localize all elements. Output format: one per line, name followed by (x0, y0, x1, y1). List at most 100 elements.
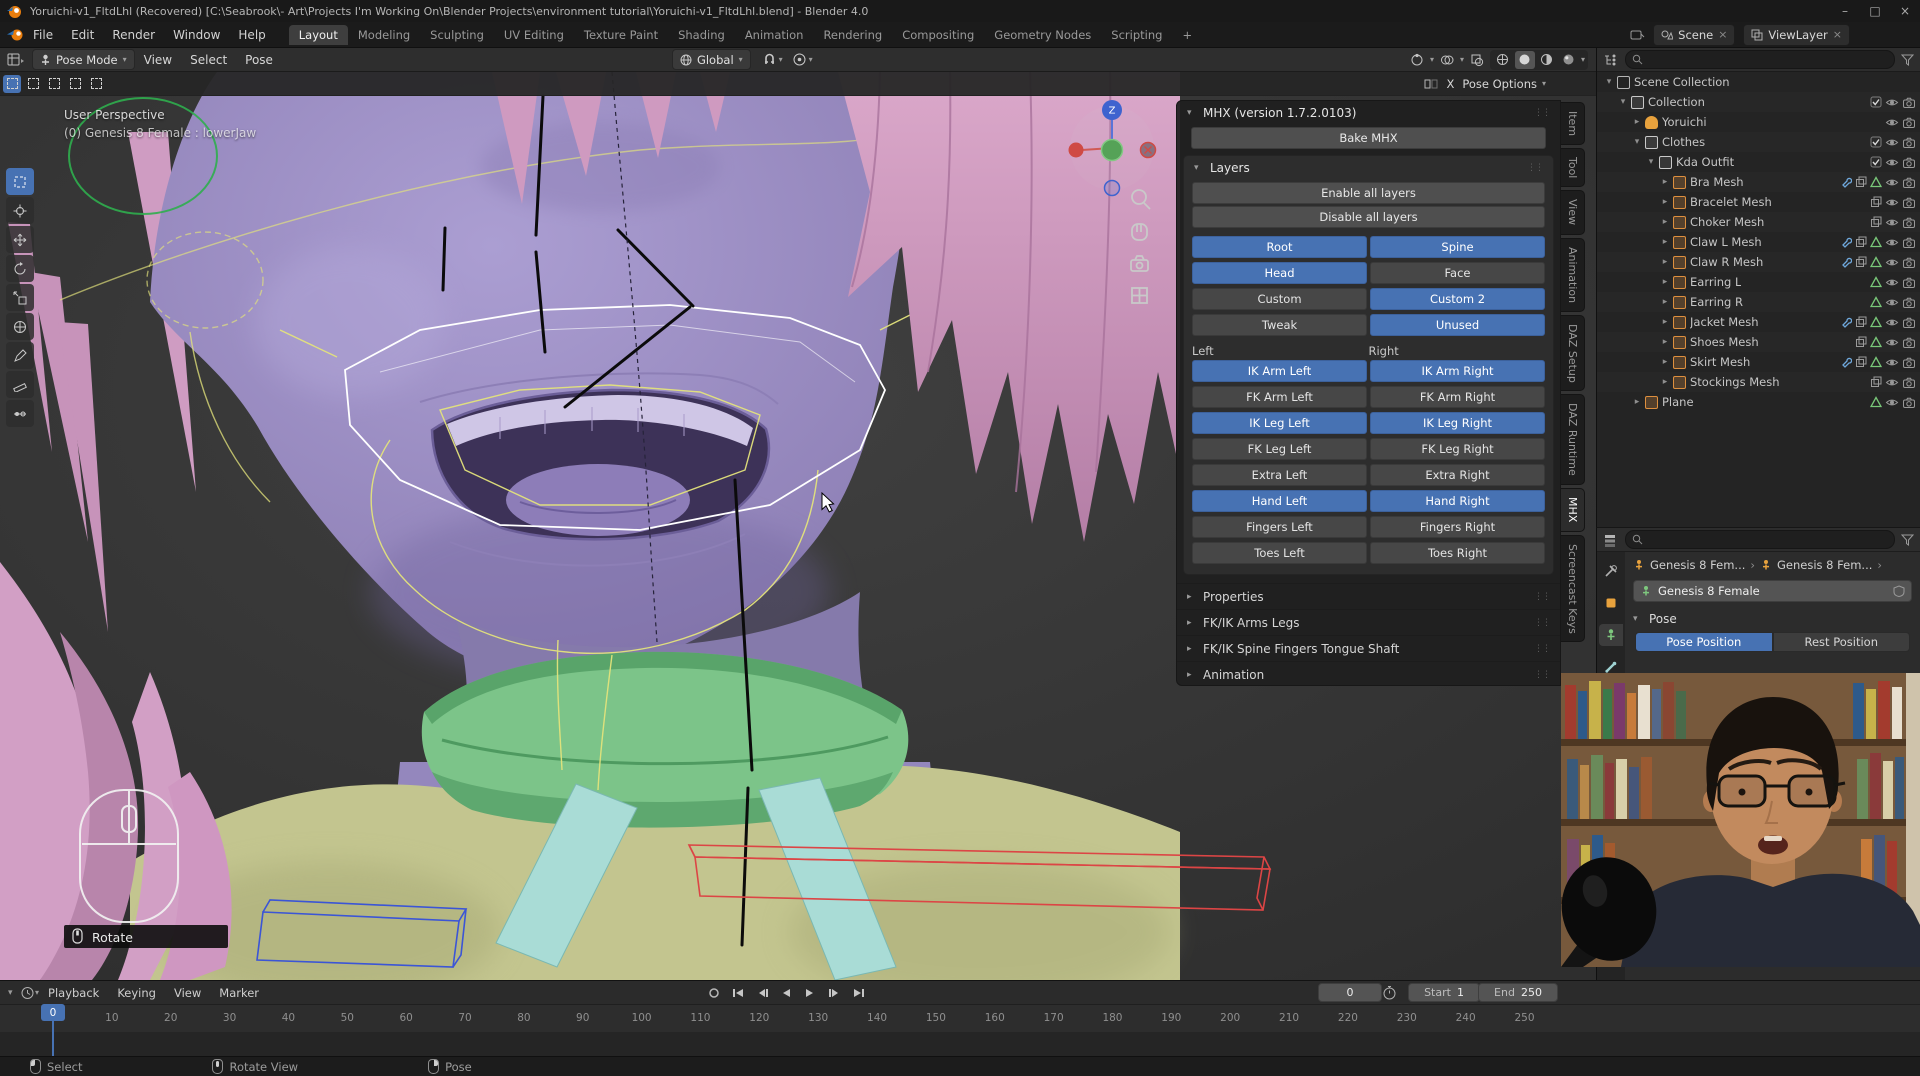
unlink-viewlayer-icon[interactable]: × (1833, 28, 1842, 41)
outliner-row[interactable]: ▾ Kda Outfit (1597, 152, 1920, 172)
eye-icon[interactable] (1885, 116, 1899, 129)
prev-key-icon[interactable] (752, 984, 772, 1002)
workspace-tab[interactable]: UV Editing (494, 25, 574, 45)
camera-icon[interactable] (1902, 256, 1916, 269)
workspace-tab[interactable]: Modeling (348, 25, 420, 45)
tool-cursor[interactable] (6, 197, 34, 224)
workspace-tab[interactable]: Rendering (813, 25, 892, 45)
sidebar-tab[interactable]: Animation (1561, 238, 1585, 312)
outliner-row[interactable]: ▾ Collection (1597, 92, 1920, 112)
filter-icon[interactable] (1901, 534, 1914, 546)
tool-select-box[interactable] (6, 168, 34, 195)
outliner-row[interactable]: ▸ Claw L Mesh (1597, 232, 1920, 252)
camera-icon[interactable] (1902, 156, 1916, 169)
eye-icon[interactable] (1885, 196, 1899, 209)
eye-icon[interactable] (1885, 136, 1899, 149)
minimize-icon[interactable]: – (1830, 4, 1860, 18)
start-frame-field[interactable]: Start 1 (1408, 983, 1480, 1002)
outliner-row[interactable]: ▸ Plane (1597, 392, 1920, 412)
pose-options-dropdown[interactable]: Pose Options ▾ (1462, 77, 1546, 91)
mhx-side-toggle[interactable]: FK Leg Right (1370, 438, 1545, 460)
disclosure-open-icon[interactable]: ▾ (1194, 163, 1204, 173)
overlays-chevron-icon[interactable]: ▾ (1460, 55, 1464, 64)
shading-wireframe-icon[interactable] (1493, 51, 1513, 69)
camera-icon[interactable] (1902, 96, 1916, 109)
snap-magnet-icon[interactable] (761, 51, 779, 69)
camera-icon[interactable] (1902, 316, 1916, 329)
panel-grip-icon[interactable]: ⋮⋮ (1534, 108, 1550, 118)
xray-toggle-icon[interactable] (1468, 51, 1486, 69)
camera-icon[interactable] (1902, 396, 1916, 409)
tool-pose-breakdowner[interactable] (6, 400, 34, 427)
panel-grip-icon[interactable]: ⋮⋮ (1534, 644, 1550, 654)
outliner-row[interactable]: ▾ Clothes (1597, 132, 1920, 152)
checkbox-icon[interactable] (1870, 96, 1882, 108)
fake-user-shield-icon[interactable] (1893, 585, 1905, 597)
mhx-panel-header[interactable]: ▾ MHX (version 1.7.2.0103) ⋮⋮ (1177, 101, 1560, 125)
viewport-menu-item[interactable]: Pose (236, 53, 282, 67)
mhx-layer-toggle[interactable]: Face (1370, 262, 1545, 284)
tool-scale[interactable] (6, 284, 34, 311)
outliner-row[interactable]: ▸ Skirt Mesh (1597, 352, 1920, 372)
camera-icon[interactable] (1902, 296, 1916, 309)
pose-position-button[interactable]: Pose Position (1635, 632, 1773, 652)
workspace-tab[interactable]: Animation (735, 25, 814, 45)
playhead-current-frame[interactable]: 0 (41, 1004, 65, 1021)
panel-grip-icon[interactable]: ⋮⋮ (1534, 670, 1550, 680)
tab-armature-data[interactable] (1599, 624, 1623, 646)
camera-icon[interactable] (1902, 196, 1916, 209)
collapsed-panel-header[interactable]: ▸ FK/IK Arms Legs ⋮⋮ (1177, 609, 1560, 635)
shading-solid-icon[interactable] (1515, 51, 1535, 69)
outliner-row[interactable]: ▸ Bracelet Mesh (1597, 192, 1920, 212)
mhx-side-toggle[interactable]: IK Arm Right (1370, 360, 1545, 382)
disclosure-icon[interactable]: ▸ (1659, 277, 1671, 287)
mirror-icon[interactable] (1424, 77, 1438, 91)
timeline-menu-item[interactable]: Keying (108, 986, 165, 1000)
disclosure-icon[interactable]: ▸ (1631, 117, 1643, 127)
outliner-row[interactable]: ▸ Choker Mesh (1597, 212, 1920, 232)
timeline-ruler[interactable]: 0102030405060708090100110120130140150160… (0, 1004, 1920, 1032)
breadcrumb-item[interactable]: Genesis 8 Fem... › (1760, 558, 1882, 572)
mhx-layer-toggle[interactable]: Custom (1192, 288, 1367, 310)
outliner-row[interactable]: ▸ Stockings Mesh (1597, 372, 1920, 392)
viewlayer-selector[interactable]: ViewLayer × (1743, 24, 1850, 46)
outliner-row[interactable]: ▸ Yoruichi (1597, 112, 1920, 132)
workspace-tab[interactable]: Geometry Nodes (984, 25, 1101, 45)
mhx-side-toggle[interactable]: Fingers Right (1370, 516, 1545, 538)
camera-icon[interactable] (1902, 336, 1916, 349)
select-mode-extend-icon[interactable] (24, 75, 42, 93)
eye-icon[interactable] (1885, 316, 1899, 329)
tool-annotate[interactable] (6, 342, 34, 369)
menu-item[interactable]: Edit (62, 28, 103, 42)
armature-data-name-field[interactable]: Genesis 8 Female (1633, 580, 1912, 602)
disclosure-icon[interactable]: ▸ (1659, 297, 1671, 307)
mhx-side-toggle[interactable]: Extra Right (1370, 464, 1545, 486)
mhx-layer-toggle[interactable]: Custom 2 (1370, 288, 1545, 310)
camera-icon[interactable] (1902, 116, 1916, 129)
play-icon[interactable] (800, 984, 820, 1002)
eye-icon[interactable] (1885, 376, 1899, 389)
proportional-edit-icon[interactable] (791, 51, 809, 69)
blender-logo[interactable] (6, 28, 24, 42)
eye-icon[interactable] (1885, 396, 1899, 409)
workspace-tab[interactable]: Shading (668, 25, 735, 45)
maximize-icon[interactable]: □ (1860, 4, 1890, 18)
shading-chevron-icon[interactable]: ▾ (1581, 55, 1585, 64)
camera-icon[interactable] (1902, 276, 1916, 289)
mhx-layer-toggle[interactable]: Tweak (1192, 314, 1367, 336)
eye-icon[interactable] (1885, 176, 1899, 189)
panel-grip-icon[interactable]: ⋮⋮ (1527, 163, 1543, 173)
camera-icon[interactable] (1902, 136, 1916, 149)
mhx-side-toggle[interactable]: Toes Right (1370, 542, 1545, 564)
checkbox-icon[interactable] (1870, 136, 1882, 148)
select-mode-new-icon[interactable] (3, 75, 21, 93)
tool-measure[interactable] (6, 371, 34, 398)
editor-type-icon[interactable] (1603, 533, 1619, 547)
mhx-layer-toggle[interactable]: Head (1192, 262, 1367, 284)
editor-type-icon[interactable] (6, 52, 26, 68)
close-icon[interactable]: × (1890, 4, 1920, 18)
disclosure-icon[interactable]: ▸ (1659, 337, 1671, 347)
collapsed-panel-header[interactable]: ▸ Animation ⋮⋮ (1177, 661, 1560, 687)
disclosure-icon[interactable]: ▸ (1659, 237, 1671, 247)
eye-icon[interactable] (1885, 216, 1899, 229)
